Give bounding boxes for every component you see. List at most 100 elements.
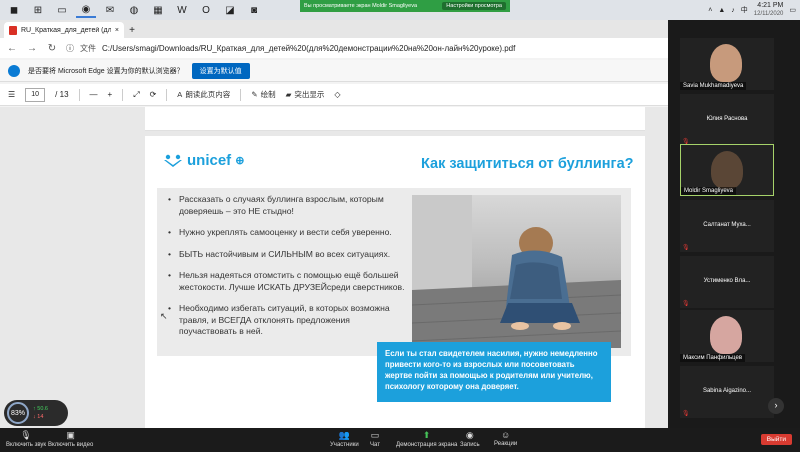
- unicef-wordmark: unicef: [187, 152, 232, 169]
- url-text: C:/Users/smagi/Downloads/RU_Краткая_для_…: [102, 43, 516, 53]
- muted-mic-icon: 🎙: [682, 301, 690, 307]
- share-screen-button[interactable]: ⬆ Демонстрация экрана: [396, 430, 457, 448]
- page-number-input[interactable]: 10: [25, 87, 46, 102]
- address-bar: ← → ↻ ⓘ 文件 C:/Users/smagi/Downloads/RU_К…: [0, 38, 668, 58]
- unmute-button[interactable]: 🎙 Включить звук: [6, 430, 46, 448]
- participant-tile[interactable]: Устименко Вла... 🎙: [680, 256, 774, 308]
- share-banner-text: Вы просматриваете экран Moldir Smagliyev…: [304, 3, 418, 9]
- highlight-button[interactable]: ▰ 突出显示: [286, 89, 325, 100]
- fit-page-icon[interactable]: ⤢: [133, 90, 139, 100]
- chrome-icon[interactable]: ◍: [124, 2, 144, 18]
- witness-callout: Если ты стал свидетелем насилия, нужно н…: [377, 342, 611, 402]
- participant-tile[interactable]: Moldir Smagliyeva: [680, 144, 774, 196]
- list-item: Нужно укреплять самооценку и вести себя …: [165, 227, 405, 239]
- pdf-viewport[interactable]: unicef ⊕ Как защититься от буллинга? Рас…: [0, 107, 668, 428]
- network-icon[interactable]: ▲: [718, 7, 725, 14]
- eraser-icon[interactable]: ◇: [334, 90, 340, 99]
- share-screen-label: Демонстрация экрана: [396, 442, 458, 448]
- refresh-icon[interactable]: ↻: [46, 43, 58, 54]
- next-page-icon[interactable]: ›: [768, 398, 784, 414]
- record-label: Запись: [460, 442, 480, 448]
- record-button[interactable]: ◉ Запись: [460, 430, 480, 448]
- notification-icon[interactable]: ▭: [789, 6, 796, 14]
- toolbar-divider: [240, 88, 242, 101]
- contents-icon[interactable]: ☰: [8, 90, 15, 99]
- participant-tile[interactable]: Sabina Aigazino... 🎙: [680, 366, 774, 418]
- participant-tile[interactable]: Savia Mukhamadiyeva: [680, 38, 774, 90]
- reactions-label: Реакции: [494, 441, 518, 447]
- participant-tile[interactable]: Юлия Раснова 🎙: [680, 94, 774, 146]
- start-video-button[interactable]: ▣ Включить видео: [48, 430, 93, 448]
- forward-icon[interactable]: →: [26, 43, 38, 54]
- ime-indicator[interactable]: 中: [741, 5, 748, 15]
- word-icon[interactable]: W: [172, 2, 192, 18]
- taskbar-apps: ◼ ⊞ ▭ ◉ ✉ ◍ ▦ W O ◪ ◙: [4, 2, 264, 18]
- unmute-label: Включить звук: [6, 442, 47, 448]
- url-field[interactable]: ⓘ 文件 C:/Users/smagi/Downloads/RU_Краткая…: [66, 43, 662, 54]
- edge-icon[interactable]: ◉: [76, 2, 96, 18]
- page-total: / 13: [55, 90, 69, 99]
- draw-button[interactable]: ✎ 绘制: [251, 89, 275, 100]
- reactions-button[interactable]: ☺ Реакции: [494, 430, 517, 447]
- read-aloud-button[interactable]: A 朗读此页内容: [177, 89, 230, 100]
- muted-mic-icon: 🎙: [682, 245, 690, 251]
- participant-name: Устименко Вла...: [703, 278, 751, 284]
- zoom-in-button[interactable]: +: [108, 90, 113, 99]
- participants-button[interactable]: 👥 Участники: [330, 430, 359, 448]
- new-tab-button[interactable]: +: [124, 22, 140, 38]
- participant-name: Салтанат Муха...: [703, 222, 751, 228]
- photo-illustration: [412, 195, 621, 348]
- zoom-app-icon[interactable]: ◼: [4, 2, 24, 18]
- back-icon[interactable]: ←: [6, 43, 18, 54]
- network-meter: 83% ↑ 50.6 ↓ 14: [4, 400, 68, 426]
- read-aloud-icon: A: [177, 90, 183, 99]
- network-speeds: ↑ 50.6 ↓ 14: [33, 405, 48, 421]
- participants-icon: 👥: [338, 430, 350, 440]
- excel-icon[interactable]: ▦: [148, 2, 168, 18]
- volume-icon[interactable]: ♪: [731, 7, 735, 14]
- toolbar-divider: [78, 88, 80, 101]
- mail-icon[interactable]: ✉: [100, 2, 120, 18]
- previous-page-bottom: [145, 107, 645, 131]
- participants-panel: Savia Mukhamadiyeva Юлия Раснова 🎙 Moldir S…: [668, 20, 800, 428]
- participant-tile[interactable]: Салтанат Муха... 🎙: [680, 200, 774, 252]
- upload-speed: ↑ 50.6: [33, 406, 48, 412]
- toolbar-divider: [166, 88, 168, 101]
- edge-logo-icon: [8, 64, 20, 77]
- zoom-out-button[interactable]: —: [90, 90, 98, 99]
- cpu-percent: 83%: [7, 402, 29, 424]
- clock[interactable]: 4:21 PM 12/11/2020: [754, 2, 784, 18]
- view-options-button[interactable]: Настройки просмотра: [442, 2, 506, 10]
- browser-tabstrip: RU_Краткая_для_детей (для де... × +: [0, 20, 668, 38]
- unicef-logo: unicef ⊕: [163, 152, 244, 169]
- download-value: 14: [37, 414, 44, 420]
- zoom-video-icon[interactable]: ◙: [244, 2, 264, 18]
- default-browser-infobar: 是否要将 Microsoft Edge 设置为你的默认浏览器？ 设置为默认值: [0, 60, 668, 82]
- participant-tile[interactable]: Максим Панфильцев: [680, 310, 774, 362]
- upload-value: 50.6: [37, 406, 48, 412]
- mouse-cursor-icon: ↖: [160, 311, 168, 321]
- set-default-button[interactable]: 设置为默认值: [191, 62, 250, 79]
- muted-mic-icon: 🎙: [682, 411, 690, 417]
- close-tab-icon[interactable]: ×: [115, 27, 119, 34]
- leave-button[interactable]: Выйти: [760, 434, 792, 445]
- sad-boy-photo: [412, 195, 621, 348]
- outlook-icon[interactable]: O: [196, 2, 216, 18]
- folder-icon[interactable]: ▭: [52, 2, 72, 18]
- url-scheme-label: 文件: [80, 43, 96, 53]
- clock-time: 4:21 PM: [757, 2, 784, 9]
- toolbar-divider: [122, 88, 124, 101]
- screen-share-banner: Вы просматриваете экран Moldir Smagliyev…: [300, 0, 510, 12]
- globe-icon: ⊕: [235, 155, 245, 167]
- participants-label: Участники: [330, 442, 359, 448]
- chat-button[interactable]: ▭ Чат: [370, 430, 380, 448]
- highlight-label: 突出显示: [294, 90, 325, 99]
- browser-tab-pdf[interactable]: RU_Краткая_для_детей (для де... ×: [4, 22, 124, 38]
- store-icon[interactable]: ◪: [220, 2, 240, 18]
- info-icon: ⓘ: [66, 43, 74, 53]
- participant-name: Moldir Smagliyeva: [681, 187, 737, 195]
- chevron-up-icon[interactable]: ˄: [708, 7, 712, 14]
- windows-icon[interactable]: ⊞: [28, 2, 48, 18]
- participant-name: Юлия Раснова: [706, 116, 748, 122]
- rotate-icon[interactable]: ⟳: [150, 90, 157, 99]
